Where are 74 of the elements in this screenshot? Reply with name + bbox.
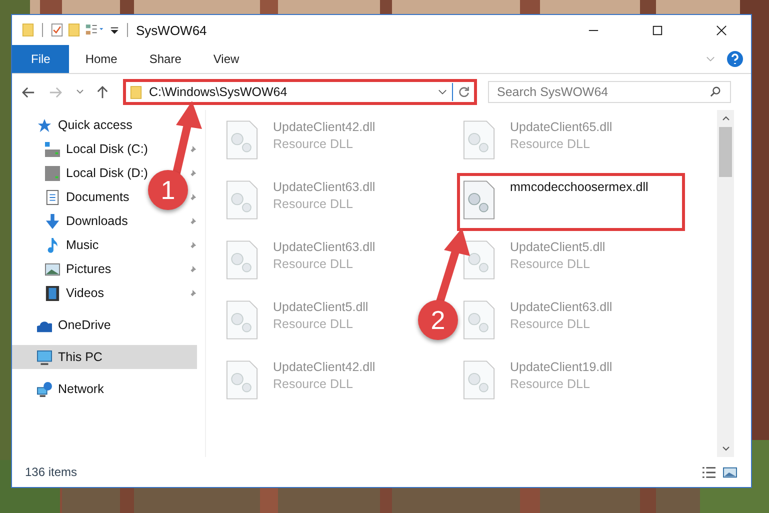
checklist-icon[interactable] xyxy=(51,22,63,38)
file-name: UpdateClient63.dll xyxy=(273,240,376,254)
chevron-down-icon[interactable] xyxy=(438,89,447,95)
window-title: SysWOW64 xyxy=(136,22,207,38)
folder-icon xyxy=(130,84,142,100)
pin-icon[interactable] xyxy=(188,216,197,226)
file-name: mmcodecchoosermex.dll xyxy=(510,180,648,194)
sidebar-icon xyxy=(37,350,52,364)
file-type: Resource DLL xyxy=(510,377,591,391)
file-name: UpdateClient63.dll xyxy=(510,300,612,314)
dropdown-icon[interactable] xyxy=(110,26,119,34)
file-type: Resource DLL xyxy=(273,137,354,151)
back-arrow-icon[interactable] xyxy=(22,86,35,98)
folder-icon[interactable] xyxy=(22,22,34,38)
pin-icon[interactable] xyxy=(188,240,197,250)
file-name: UpdateClient5.dll xyxy=(510,240,606,254)
sidebar-icon xyxy=(37,118,52,132)
file-name: UpdateClient19.dll xyxy=(510,360,612,374)
up-arrow-icon[interactable] xyxy=(96,86,109,98)
sidebar-item[interactable]: Downloads xyxy=(12,209,132,233)
scroll-down-icon[interactable] xyxy=(722,446,730,451)
sidebar-icon xyxy=(45,214,60,228)
ribbon-tab[interactable]: View xyxy=(197,45,256,73)
address-path: C:\Windows\SysWOW64 xyxy=(149,85,288,99)
sidebar-item[interactable]: Pictures xyxy=(12,257,116,281)
thumbnail-view-icon[interactable] xyxy=(722,466,738,478)
sidebar-item[interactable]: Quick access xyxy=(12,113,136,137)
refresh-icon[interactable] xyxy=(458,86,470,98)
sidebar-icon xyxy=(45,190,60,204)
help-icon[interactable] xyxy=(727,51,743,67)
sidebar-item[interactable]: This PC xyxy=(12,345,197,369)
ribbon-tab[interactable]: Home xyxy=(69,45,134,73)
file-type: Resource DLL xyxy=(510,257,591,271)
ribbon-tab[interactable]: Share xyxy=(133,45,198,73)
pin-icon[interactable] xyxy=(188,264,197,274)
forward-arrow-icon[interactable] xyxy=(49,86,62,98)
sidebar-icon xyxy=(45,262,60,276)
ribbon-tab[interactable]: File xyxy=(12,45,70,73)
sidebar-item[interactable]: OneDrive xyxy=(12,313,115,337)
file-type: Resource DLL xyxy=(510,317,591,331)
file-type: Resource DLL xyxy=(273,197,354,211)
address-bar[interactable]: C:\Windows\SysWOW64 xyxy=(123,79,477,105)
sidebar-icon xyxy=(45,142,60,156)
pin-icon[interactable] xyxy=(188,288,197,298)
scroll-thumb[interactable] xyxy=(719,127,732,177)
sidebar-item[interactable]: Music xyxy=(12,233,103,257)
file-name: UpdateClient5.dll xyxy=(273,300,368,314)
sidebar-item[interactable]: Local Disk (C:) xyxy=(12,137,152,161)
file-name: UpdateClient42.dll xyxy=(273,120,376,134)
search-field[interactable]: Search SysWOW64 xyxy=(488,81,731,103)
sidebar-item[interactable]: Documents xyxy=(12,185,134,209)
chevron-down-icon[interactable] xyxy=(76,89,84,95)
file-type: Resource DLL xyxy=(510,137,591,151)
scrollbar[interactable] xyxy=(717,110,734,457)
folder-icon[interactable] xyxy=(68,22,80,38)
highlighted-file[interactable]: mmcodecchoosermex.dll xyxy=(457,173,685,231)
sidebar-icon xyxy=(45,286,60,300)
sidebar-item[interactable]: Network xyxy=(12,377,108,401)
search-icon[interactable] xyxy=(710,86,721,97)
item-count: 136 items xyxy=(25,465,78,479)
file-type: Resource DLL xyxy=(273,317,354,331)
sidebar-icon xyxy=(45,166,60,180)
sidebar-item[interactable]: Videos xyxy=(12,281,108,305)
file-name: UpdateClient63.dll xyxy=(273,180,376,194)
pin-icon[interactable] xyxy=(188,168,197,178)
details-view-icon[interactable] xyxy=(701,466,717,478)
pin-icon[interactable] xyxy=(188,144,197,154)
file-type: Resource DLL xyxy=(273,257,354,271)
file-name: UpdateClient42.dll xyxy=(273,360,376,374)
sidebar-icon xyxy=(37,382,52,396)
scroll-up-icon[interactable] xyxy=(722,116,730,121)
sidebar-icon xyxy=(45,238,60,252)
file-name: UpdateClient65.dll xyxy=(510,120,612,134)
file-type: Resource DLL xyxy=(273,377,354,391)
